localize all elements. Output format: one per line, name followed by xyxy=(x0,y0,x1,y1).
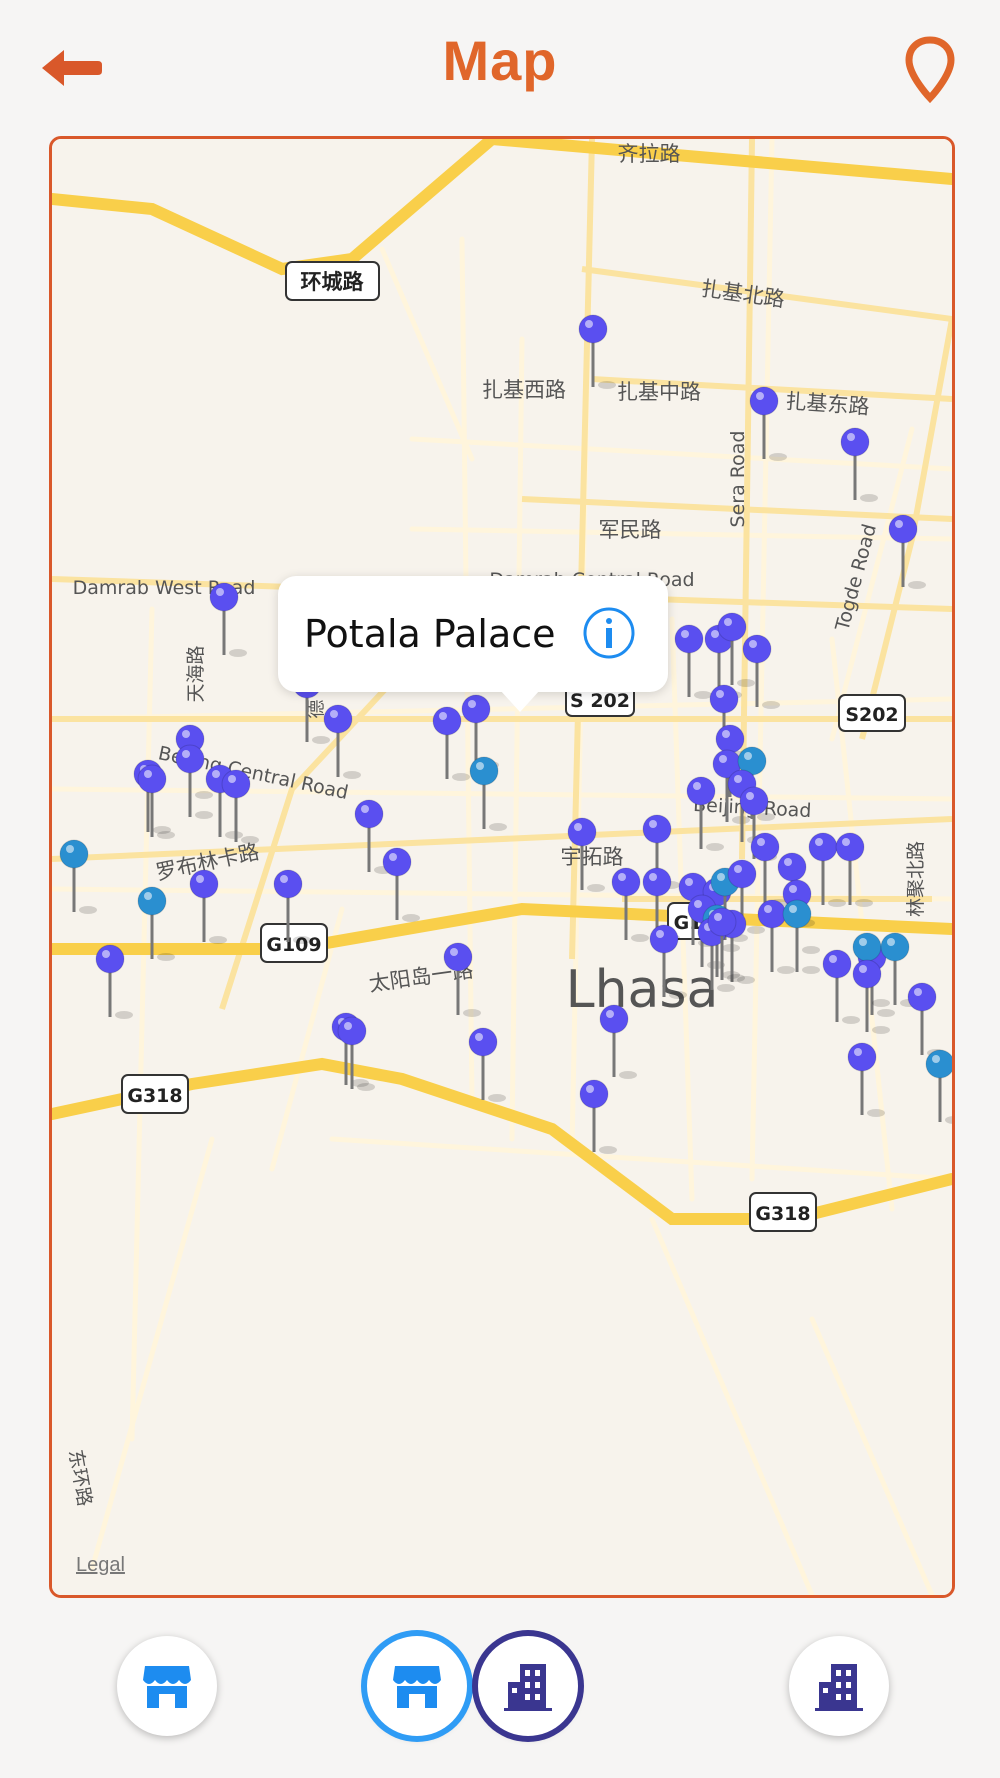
header-bar: Map xyxy=(0,0,1000,130)
map-view[interactable]: 齐拉路 扎基北路 扎基西路 扎基中路 扎基东路 军民路 Sera Road To… xyxy=(49,136,955,1598)
map-label-junmin-road: 军民路 xyxy=(599,518,662,542)
shop-filter-button[interactable] xyxy=(117,1636,217,1736)
bottom-toolbar xyxy=(0,1600,1000,1778)
svg-text:S 202: S 202 xyxy=(570,690,630,712)
page-title: Map xyxy=(442,29,558,92)
building-icon xyxy=(504,1664,552,1711)
store-icon xyxy=(143,1666,191,1708)
svg-text:G318: G318 xyxy=(127,1085,182,1107)
map-label-city-lhasa: Lhasa xyxy=(566,960,719,1020)
map-label-sera-road: Sera Road xyxy=(727,431,749,528)
svg-text:G109: G109 xyxy=(266,934,321,956)
svg-text:环城路: 环城路 xyxy=(301,270,365,294)
map-label-zhaji-west: 扎基西路 xyxy=(482,378,566,402)
map-canvas[interactable]: 齐拉路 扎基北路 扎基西路 扎基中路 扎基东路 军民路 Sera Road To… xyxy=(52,139,952,1595)
map-label-linju-north: 林聚北路 xyxy=(905,841,927,917)
map-callout[interactable]: Potala Palace xyxy=(278,576,668,712)
info-button[interactable] xyxy=(581,605,637,661)
road-shield: G109 xyxy=(260,923,328,963)
road-shield: S202 xyxy=(838,694,906,732)
store-icon xyxy=(393,1666,441,1708)
map-label-tianhai-road: 天海路 xyxy=(185,645,207,702)
road-shield: G318 xyxy=(749,1192,817,1232)
map-label-qila-road: 齐拉路 xyxy=(618,142,681,166)
map-label-zhaji-middle: 扎基中路 xyxy=(617,380,701,404)
shop-active-button[interactable] xyxy=(367,1636,467,1736)
legal-link[interactable]: Legal xyxy=(76,1554,125,1577)
location-button[interactable] xyxy=(905,36,955,104)
building-active-button[interactable] xyxy=(478,1636,578,1736)
callout-title: Potala Palace xyxy=(304,612,556,656)
svg-text:G318: G318 xyxy=(755,1203,810,1225)
road-shield: 环城路 xyxy=(285,261,380,301)
road-shield: G318 xyxy=(121,1074,189,1114)
info-circle-icon xyxy=(583,607,635,659)
building-icon xyxy=(815,1664,863,1711)
svg-text:S202: S202 xyxy=(845,704,898,726)
building-filter-button[interactable] xyxy=(789,1636,889,1736)
map-pin-icon xyxy=(905,36,955,104)
map-label-yutuo-road: 宇拓路 xyxy=(561,845,624,869)
